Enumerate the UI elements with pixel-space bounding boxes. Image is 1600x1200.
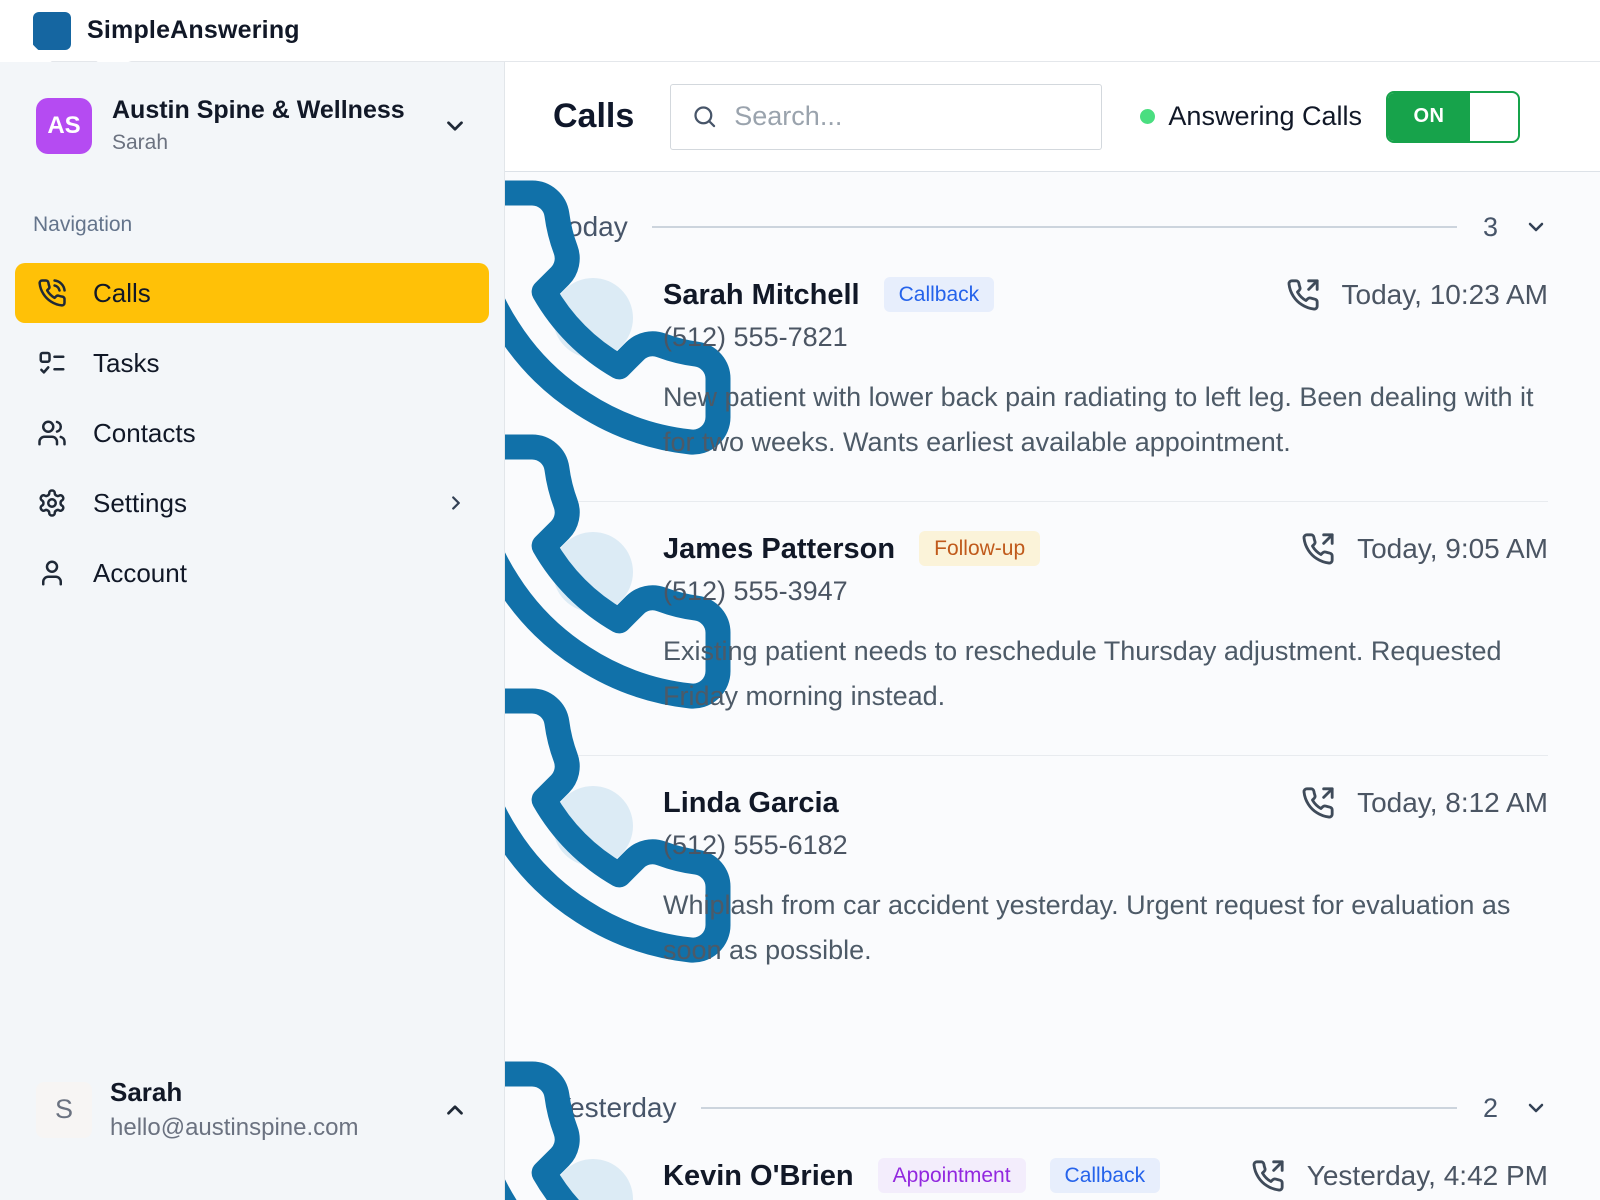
caller-name: Kevin O'Brien (663, 1159, 854, 1192)
account-subtitle: Sarah (112, 131, 169, 154)
sidebar-item-label: Settings (93, 487, 187, 518)
sidebar-item-calls[interactable]: Calls (15, 263, 489, 323)
call-avatar (505, 434, 731, 709)
account-name: Austin Spine & Wellness (112, 96, 405, 124)
call-meta: Today, 8:12 AM (1281, 786, 1548, 820)
call-meta: Yesterday, 4:42 PM (1231, 1159, 1548, 1193)
chevron-down-icon (442, 113, 468, 139)
sidebar-item-settings[interactable]: Settings (15, 473, 489, 533)
call-meta: Today, 9:05 AM (1281, 532, 1548, 566)
sidebar-item-label: Account (93, 557, 187, 588)
chevron-up-icon (442, 1097, 468, 1123)
settings-icon (37, 488, 67, 518)
call-avatar (505, 180, 731, 455)
tag-follow-up: Follow-up (919, 531, 1041, 566)
divider-line (700, 1107, 1457, 1109)
tasks-icon (37, 348, 67, 378)
sidebar-item-label: Calls (93, 277, 151, 308)
user-icon (37, 558, 67, 588)
page-title: Calls (553, 97, 635, 135)
account-avatar: AS (36, 97, 92, 154)
app-logo (0, 0, 178, 155)
caller-name: Linda Garcia (663, 786, 839, 819)
call-time: Yesterday, 4:42 PM (1306, 1160, 1548, 1191)
caller-phone: (512) 555-3947 (663, 576, 848, 606)
sidebar-item-account[interactable]: Account (15, 543, 489, 603)
sidebar-item-tasks[interactable]: Tasks (15, 333, 489, 393)
user-avatar: S (36, 1081, 92, 1138)
caller-phone: (512) 555-7821 (663, 322, 848, 352)
caller-name: Sarah Mitchell (663, 278, 860, 311)
sidebar-nav: Navigation Calls Tasks Contacts Settings… (0, 213, 504, 613)
call-time: Today, 9:05 AM (1357, 533, 1548, 564)
tag-callback: Callback (883, 277, 995, 312)
call-time: Today, 8:12 AM (1357, 787, 1548, 818)
toggle-on-label: ON (1388, 92, 1470, 141)
sidebar-item-label: Tasks (93, 347, 160, 378)
status-dot (1140, 109, 1156, 124)
call-group: Today 3 Sarah Mitchell Callback Today, 1… (505, 180, 1549, 1009)
chevron-down-icon[interactable] (1524, 1096, 1548, 1120)
top-bar: SimpleAnswering (0, 0, 1600, 155)
tag-appointment: Appointment (877, 1158, 1026, 1193)
search-box (670, 83, 1103, 150)
chevron-right-icon (445, 492, 467, 514)
call-row[interactable]: Kevin O'Brien Appointment Callback Yester… (505, 1061, 1548, 1200)
call-meta: Today, 10:23 AM (1266, 278, 1549, 312)
sidebar-item-label: Contacts (93, 417, 196, 448)
divider-line (651, 226, 1457, 228)
user-name: Sarah (110, 1077, 183, 1107)
call-avatar (505, 1061, 633, 1200)
call-summary: Existing patient needs to reschedule Thu… (663, 636, 1502, 711)
sidebar: AS Austin Spine & Wellness Sarah Navigat… (0, 62, 505, 1200)
group-count: 2 (1482, 1092, 1498, 1123)
call-time: Today, 10:23 AM (1341, 279, 1549, 310)
call-group: Yesterday 2 Kevin O'Brien Appointment Cal… (505, 1061, 1548, 1200)
call-summary: New patient with lower back pain radiati… (663, 382, 1534, 457)
call-row[interactable]: Linda Garcia Today, 8:12 AM (512) 555-61… (505, 688, 1548, 1009)
call-summary: Whiplash from car accident yesterday. Ur… (663, 890, 1511, 965)
caller-name: James Patterson (663, 532, 896, 565)
sidebar-item-contacts[interactable]: Contacts (15, 403, 489, 463)
nav-heading: Navigation (33, 213, 133, 236)
call-avatar (505, 688, 731, 963)
account-switcher[interactable]: AS Austin Spine & Wellness Sarah (0, 62, 504, 155)
answering-toggle[interactable]: ON (1386, 90, 1520, 143)
main-header: Calls Answering Calls ON (505, 62, 1600, 172)
group-count: 3 (1482, 211, 1498, 242)
search-input[interactable] (734, 101, 1089, 132)
calls-list: Today 3 Sarah Mitchell Callback Today, 1… (505, 172, 1600, 1200)
user-email: hello@austinspine.com (110, 1114, 359, 1141)
phone-call-icon (37, 278, 67, 308)
search-icon (691, 103, 718, 130)
phone-outgoing-icon (1286, 278, 1320, 312)
sidebar-user-menu[interactable]: S Sarah hello@austinspine.com (0, 1077, 504, 1200)
status-label: Answering Calls (1168, 101, 1362, 131)
main-panel: Calls Answering Calls ON Today 3 (505, 62, 1600, 1200)
phone-outgoing-icon (1251, 1159, 1285, 1193)
app-title: SimpleAnswering (87, 16, 300, 44)
phone-outgoing-icon (1301, 786, 1335, 820)
phone-outgoing-icon (1301, 532, 1335, 566)
tag-callback: Callback (1049, 1158, 1161, 1193)
answering-status: Answering Calls ON (1140, 90, 1520, 143)
users-icon (37, 418, 67, 448)
chevron-down-icon[interactable] (1524, 215, 1548, 239)
caller-phone: (512) 555-6182 (663, 830, 848, 860)
